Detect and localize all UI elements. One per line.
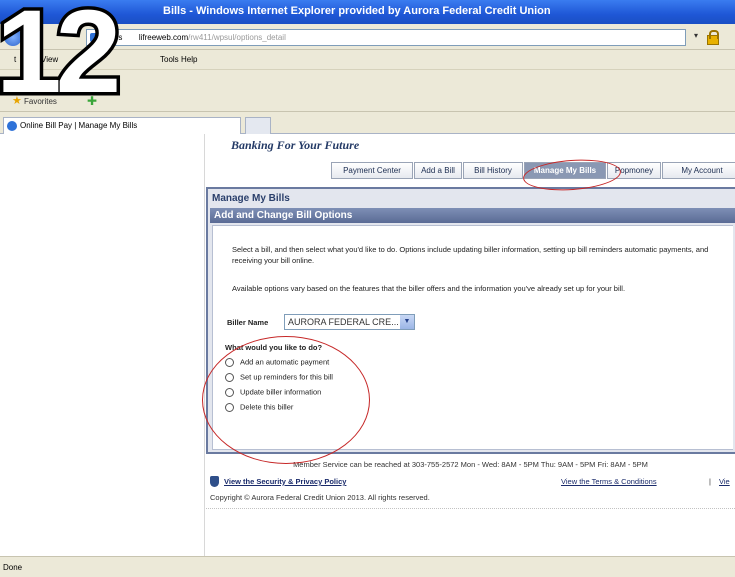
truncated-link[interactable]: Vie [719, 477, 730, 486]
option-label: Set up reminders for this bill [240, 372, 333, 382]
options-form: Select a bill, and then select what you'… [212, 225, 733, 450]
option-label: Update biller information [240, 387, 322, 397]
address-input[interactable]: https lifreeweb.com/rw411/wpsul/options_… [86, 29, 686, 46]
menu-item-help[interactable]: Help [181, 55, 197, 64]
left-pane [0, 134, 205, 556]
copyright-text: Copyright © Aurora Federal Credit Union … [210, 493, 430, 502]
step-number: 12 [0, 0, 117, 98]
radio-button[interactable] [225, 402, 234, 412]
site-area: Banking For Your Future Payment Center A… [206, 134, 735, 556]
nav-add-a-bill[interactable]: Add a Bill [414, 162, 462, 179]
nav-my-account[interactable]: My Account [662, 162, 735, 179]
nav-popmoney[interactable]: Popmoney [607, 162, 661, 179]
member-service-text: Member Service can be reached at 303-755… [293, 460, 648, 469]
page-title: Manage My Bills [212, 193, 290, 204]
biller-name-select[interactable]: AURORA FEDERAL CRE... ▼ [284, 314, 415, 330]
lock-icon[interactable] [706, 30, 719, 45]
site-tagline: Banking For Your Future [231, 138, 360, 152]
option-add-automatic-payment[interactable]: Add an automatic payment [225, 357, 329, 368]
option-update-biller-info[interactable]: Update biller information [225, 387, 321, 398]
ie-icon [7, 121, 17, 131]
status-text: Done [3, 563, 23, 572]
security-privacy-link[interactable]: View the Security & Privacy Policy [224, 477, 346, 486]
url-path: /rw411/wpsul/options_detail [188, 33, 286, 42]
nav-bill-history[interactable]: Bill History [463, 162, 523, 179]
option-set-up-reminders[interactable]: Set up reminders for this bill [225, 372, 333, 383]
footer-divider [206, 508, 735, 509]
manage-bills-panel: Manage My Bills Add and Change Bill Opti… [206, 187, 735, 454]
option-label: Delete this biller [240, 402, 294, 412]
step-number-badge: 12 [0, 0, 126, 98]
tab-online-bill-pay[interactable]: Online Bill Pay | Manage My Bills [3, 117, 241, 134]
link-separator: | [709, 477, 711, 486]
option-delete-biller[interactable]: Delete this biller [225, 402, 293, 413]
biller-name-value: AURORA FEDERAL CRE... [288, 317, 399, 327]
availability-text: Available options vary based on the feat… [232, 284, 626, 293]
footer-links: View the Security & Privacy Policy View … [210, 475, 735, 489]
radio-button[interactable] [225, 372, 234, 382]
option-label: Add an automatic payment [240, 357, 330, 367]
radio-button[interactable] [225, 357, 234, 367]
address-dropdown-icon[interactable]: ▾ [690, 31, 702, 44]
chevron-down-icon[interactable]: ▼ [400, 315, 414, 329]
tab-label: Online Bill Pay | Manage My Bills [20, 121, 138, 130]
radio-button[interactable] [225, 387, 234, 397]
intro-text: Select a bill, and then select what you'… [232, 245, 709, 265]
terms-conditions-link[interactable]: View the Terms & Conditions [561, 477, 657, 486]
section-header: Add and Change Bill Options [210, 208, 735, 223]
window-title: Bills - Windows Internet Explorer provid… [163, 5, 551, 17]
action-question: What would you like to do? [225, 343, 323, 352]
page-viewport: Banking For Your Future Payment Center A… [0, 134, 735, 556]
tab-strip: Online Bill Pay | Manage My Bills [0, 112, 735, 134]
favorites-label[interactable]: Favorites [24, 97, 57, 106]
biller-name-label: Biller Name [227, 318, 269, 327]
new-tab-button[interactable] [245, 117, 271, 134]
nav-manage-my-bills[interactable]: Manage My Bills [524, 162, 606, 179]
nav-payment-center[interactable]: Payment Center [331, 162, 413, 179]
status-bar: Done [0, 556, 735, 577]
shield-icon [210, 476, 219, 487]
